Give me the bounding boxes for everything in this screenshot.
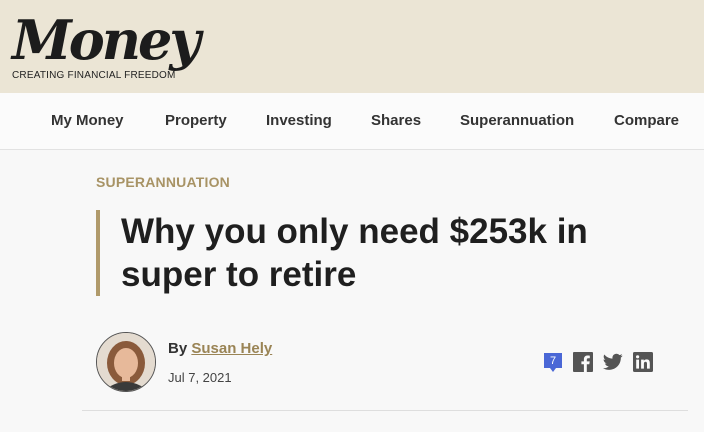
byline-prefix: By xyxy=(168,340,188,357)
logo[interactable]: Money xyxy=(12,10,201,70)
headline-accent-bar xyxy=(96,210,100,296)
twitter-icon[interactable] xyxy=(603,352,623,372)
nav-item-investing[interactable]: Investing xyxy=(266,112,332,129)
linkedin-icon[interactable] xyxy=(633,352,653,372)
nav-item-property[interactable]: Property xyxy=(165,112,227,129)
nav-item-shares[interactable]: Shares xyxy=(371,112,421,129)
author-link[interactable]: Susan Hely xyxy=(191,340,272,357)
logo-tagline: CREATING FINANCIAL FREEDOM xyxy=(12,70,176,81)
header-divider xyxy=(82,410,688,411)
masthead: Money CREATING FINANCIAL FREEDOM xyxy=(0,0,704,93)
author-photo xyxy=(97,333,155,391)
publish-date: Jul 7, 2021 xyxy=(168,370,232,385)
nav-item-superannuation[interactable]: Superannuation xyxy=(460,112,574,129)
byline: By Susan Hely xyxy=(168,340,272,357)
author-avatar[interactable] xyxy=(96,332,156,392)
nav-item-compare[interactable]: Compare xyxy=(614,112,679,129)
comment-count: 7 xyxy=(549,355,557,367)
nav-item-my-money[interactable]: My Money xyxy=(51,112,124,129)
article-section-link[interactable]: SUPERANNUATION xyxy=(96,174,230,190)
article-headline: Why you only need $253k in super to reti… xyxy=(121,212,588,294)
main-nav: My Money Property Investing Shares Super… xyxy=(0,93,704,150)
facebook-icon[interactable] xyxy=(573,352,593,372)
